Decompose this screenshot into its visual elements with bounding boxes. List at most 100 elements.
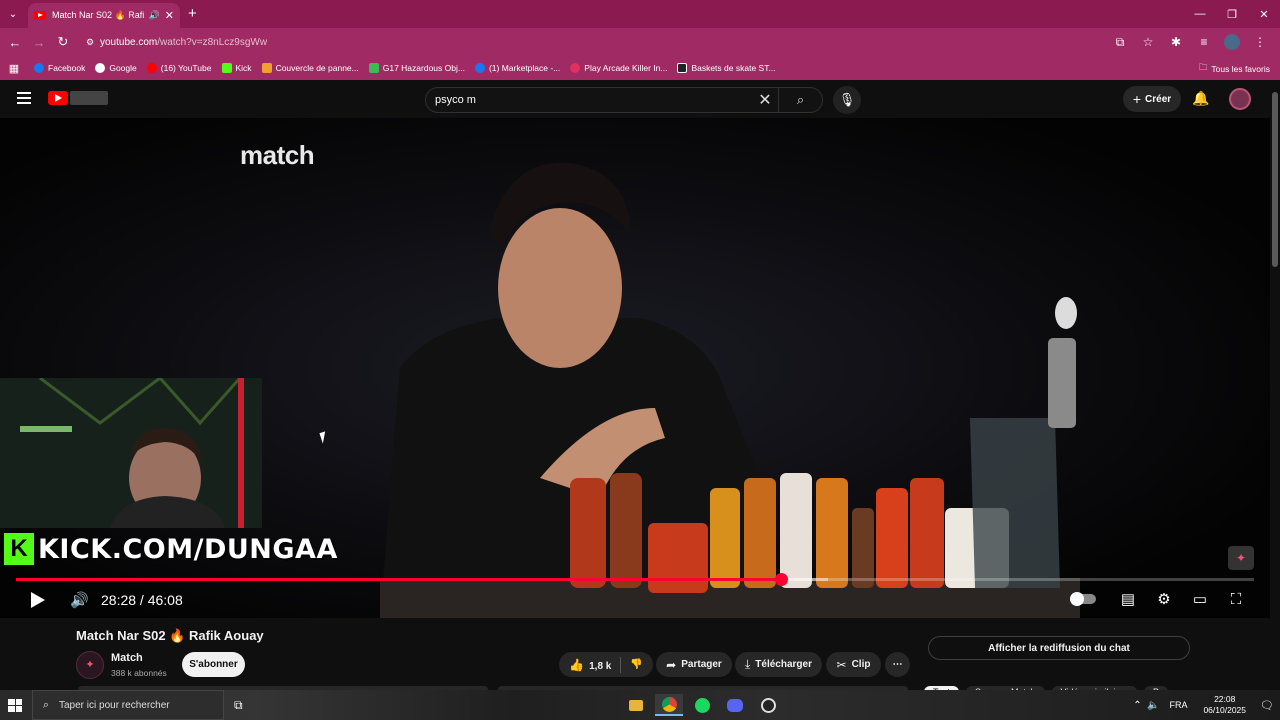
bookmark-item[interactable]: Couvercle de panne... bbox=[261, 63, 359, 73]
settings-gear-icon[interactable]: ⚙ bbox=[1146, 590, 1182, 608]
install-app-icon[interactable]: ⧉ bbox=[1106, 35, 1134, 50]
browser-menu-icon[interactable]: ⋮ bbox=[1246, 35, 1274, 49]
chevron-up-icon[interactable]: ⌃ bbox=[1129, 700, 1145, 711]
youtube-favicon-icon bbox=[34, 11, 46, 20]
bookmark-item[interactable]: Baskets de skate ST... bbox=[677, 63, 776, 73]
microphone-icon: 🎙 bbox=[838, 92, 856, 107]
windows-start-icon[interactable] bbox=[8, 699, 22, 712]
played-bar bbox=[16, 578, 782, 581]
notifications-icon[interactable]: 🗨 bbox=[1254, 699, 1280, 712]
more-icon: ⋯ bbox=[892, 659, 903, 670]
dislike-button[interactable]: 👎 bbox=[630, 659, 642, 670]
menu-hamburger-icon[interactable] bbox=[17, 92, 31, 107]
thumbs-up-icon: 👍 bbox=[569, 657, 585, 672]
search-box: ✕ ⌕ bbox=[425, 87, 823, 113]
match-watermark: match bbox=[240, 140, 315, 170]
channel-avatar[interactable]: ✦ bbox=[76, 651, 104, 679]
create-button[interactable]: + Créer bbox=[1123, 86, 1181, 112]
audio-playing-icon[interactable]: 🔊 bbox=[149, 10, 160, 21]
browser-tab[interactable]: Match Nar S02 🔥 Rafik Ao 🔊 ✕ bbox=[28, 3, 180, 28]
restore-button[interactable]: ❐ bbox=[1216, 0, 1248, 28]
profile-avatar[interactable] bbox=[1224, 34, 1240, 50]
download-button[interactable]: ⤓ Télécharger bbox=[735, 652, 822, 677]
address-bar[interactable]: ⚙ youtube.com/watch?v=z8nLcz9sgWw bbox=[80, 31, 1100, 53]
youtube-wordmark[interactable] bbox=[70, 91, 108, 105]
search-input[interactable] bbox=[426, 94, 752, 106]
bookmark-item[interactable]: (1) Marketplace -... bbox=[474, 63, 560, 73]
volume-icon[interactable]: 🔊 bbox=[70, 591, 89, 609]
bookmarks-bar: ▦ Facebook Google (16) YouTube Kick Couv… bbox=[0, 56, 1280, 80]
channel-watermark-icon[interactable]: ✦ bbox=[1228, 546, 1254, 570]
file-explorer-icon[interactable] bbox=[622, 694, 650, 716]
all-bookmarks-button[interactable]: 🗀 Tous les favoris bbox=[1199, 62, 1270, 76]
obs-icon[interactable] bbox=[754, 694, 782, 716]
taskbar-search[interactable]: ⌕ Taper ici pour rechercher bbox=[32, 690, 224, 720]
close-tab-icon[interactable]: ✕ bbox=[165, 9, 174, 22]
subscribe-button[interactable]: S'abonner bbox=[182, 652, 245, 677]
like-button[interactable]: 👍 1,8 k bbox=[569, 658, 611, 672]
account-avatar[interactable] bbox=[1229, 88, 1251, 110]
page-scrollbar[interactable] bbox=[1270, 80, 1280, 690]
youtube-icon bbox=[146, 63, 157, 73]
search-button[interactable]: ⌕ bbox=[778, 88, 822, 112]
system-tray: ⌃ 🔈 FRA 22:08 06/10/2025 🗨 bbox=[1129, 690, 1280, 720]
minimize-button[interactable]: — bbox=[1184, 0, 1216, 28]
close-window-button[interactable]: ✕ bbox=[1248, 0, 1280, 28]
scrollbar-thumb[interactable] bbox=[1272, 92, 1278, 267]
autoplay-toggle[interactable] bbox=[1070, 592, 1096, 606]
progress-bar[interactable] bbox=[16, 573, 1254, 586]
bookmark-item[interactable]: Facebook bbox=[34, 63, 85, 73]
extensions-icon[interactable]: ✱ bbox=[1162, 35, 1190, 49]
shop-icon bbox=[261, 63, 272, 73]
media-controls-icon[interactable]: ≡ bbox=[1190, 35, 1218, 49]
discord-icon[interactable] bbox=[721, 694, 749, 716]
new-tab-button[interactable]: + bbox=[188, 5, 197, 22]
windows-taskbar: ⌕ Taper ici pour rechercher ⧉ ⌃ 🔈 FRA 22… bbox=[0, 690, 1280, 720]
fullscreen-icon[interactable]: ⛶ bbox=[1218, 591, 1254, 608]
url-text: youtube.com/watch?v=z8nLcz9sgWw bbox=[100, 36, 268, 48]
bookmark-item[interactable]: Play Arcade Killer In... bbox=[570, 63, 667, 73]
notifications-bell-icon[interactable]: 🔔 bbox=[1192, 90, 1209, 107]
channel-name[interactable]: Match bbox=[111, 652, 143, 664]
task-view-icon[interactable]: ⧉ bbox=[234, 698, 243, 713]
video-details: Match Nar S02 🔥 Rafik Aouay ✦ Match 388 … bbox=[0, 618, 1280, 704]
thumbs-down-icon: 👎 bbox=[630, 659, 643, 670]
address-bar-row: ← → ↻ ⚙ youtube.com/watch?v=z8nLcz9sgWw bbox=[0, 28, 1280, 56]
search-icon: ⌕ bbox=[42, 698, 50, 711]
chrome-icon[interactable] bbox=[655, 694, 683, 716]
chat-replay-button[interactable]: Afficher la rediffusion du chat bbox=[928, 636, 1190, 660]
spotify-icon[interactable] bbox=[688, 694, 716, 716]
theater-mode-icon[interactable]: ▭ bbox=[1182, 590, 1218, 608]
bookmark-item[interactable]: (16) YouTube bbox=[146, 63, 212, 73]
kick-channel-banner: K KICK.COM/DUNGAA bbox=[4, 532, 338, 566]
facebook-icon bbox=[474, 63, 485, 73]
more-actions-button[interactable]: ⋯ bbox=[885, 652, 910, 677]
reload-button[interactable]: ↻ bbox=[51, 34, 75, 50]
forward-button[interactable]: → bbox=[27, 35, 51, 50]
apps-grid-icon[interactable]: ▦ bbox=[0, 62, 28, 75]
input-language[interactable]: FRA bbox=[1169, 700, 1187, 710]
play-button[interactable] bbox=[31, 592, 45, 608]
tab-search-button[interactable]: ⌄ bbox=[0, 0, 26, 28]
scissors-icon: ✂ bbox=[836, 657, 847, 672]
speaker-icon[interactable]: 🔈 bbox=[1145, 700, 1161, 711]
voice-search-button[interactable]: 🎙 bbox=[833, 86, 861, 114]
back-button[interactable]: ← bbox=[3, 35, 27, 50]
clip-button[interactable]: ✂ Clip bbox=[826, 652, 881, 677]
video-title: Match Nar S02 🔥 Rafik Aouay bbox=[76, 628, 264, 643]
video-player[interactable]: match K KICK.COM/DUNGAA ✦ 🔊 28:28 / 46:0… bbox=[0, 118, 1280, 618]
share-button[interactable]: ➦ Partager bbox=[656, 652, 732, 677]
bookmark-item[interactable]: Google bbox=[95, 63, 137, 73]
clock[interactable]: 22:08 06/10/2025 bbox=[1203, 694, 1246, 716]
bookmark-item[interactable]: G17 Hazardous Obj... bbox=[368, 63, 465, 73]
sheet-icon bbox=[368, 63, 379, 73]
browser-tab-bar: ⌄ Match Nar S02 🔥 Rafik Ao 🔊 ✕ + — ❐ ✕ bbox=[0, 0, 1280, 28]
clear-search-icon[interactable]: ✕ bbox=[752, 90, 778, 110]
streamer-webcam-overlay bbox=[0, 378, 262, 528]
youtube-logo[interactable] bbox=[48, 91, 68, 105]
bookmark-star-icon[interactable]: ☆ bbox=[1134, 35, 1162, 49]
like-dislike-group: 👍 1,8 k 👎 bbox=[559, 652, 653, 677]
site-info-icon[interactable]: ⚙ bbox=[80, 37, 100, 48]
bookmark-item[interactable]: Kick bbox=[221, 63, 252, 73]
subtitles-icon[interactable]: ▤ bbox=[1110, 590, 1146, 608]
